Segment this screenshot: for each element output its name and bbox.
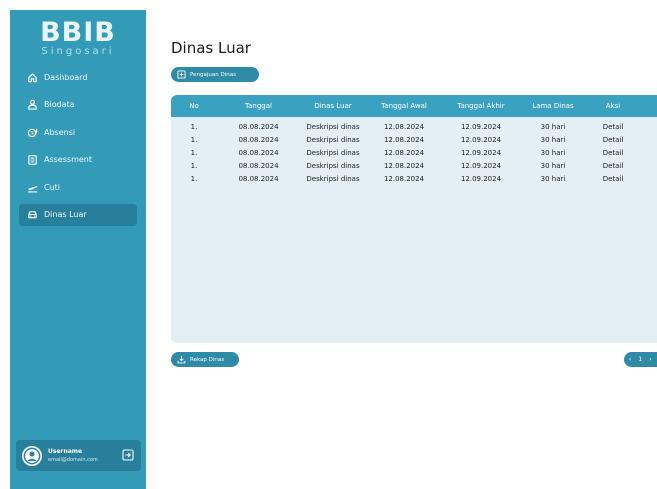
next-page-button[interactable]: › — [649, 356, 651, 363]
table-row: 1. 08.08.2024 Deskripsi dinas 12.08.2024… — [171, 172, 657, 185]
current-page[interactable]: 1 — [638, 356, 642, 363]
cell-tanggal-awal: 12.08.2024 — [383, 135, 425, 144]
page: BBIB Singosari Dashboard Biodata Absensi… — [0, 0, 657, 489]
sidebar-item-dashboard[interactable]: Dashboard — [19, 66, 137, 88]
cell-lama-dinas: 30 hari — [540, 135, 566, 144]
detail-link[interactable]: Detail — [586, 149, 640, 157]
column-header: Lama Dinas — [532, 102, 574, 110]
column-header: No — [189, 102, 199, 110]
cell-lama-dinas: 30 hari — [540, 174, 566, 183]
column-header: Tanggal — [245, 102, 272, 110]
cell-tanggal-akhir: 12.09.2024 — [460, 135, 502, 144]
user-info: Username email@domain.com — [48, 448, 98, 464]
dinas-table: No Tanggal Dinas Luar Tanggal Awal Tangg… — [171, 95, 657, 343]
sidebar-item-dinas-luar[interactable]: Dinas Luar — [19, 203, 137, 226]
logo-title: BBIB — [40, 17, 116, 48]
cell-tanggal-awal: 12.08.2024 — [383, 122, 425, 131]
detail-link[interactable]: Detail — [586, 123, 640, 131]
cell-tanggal-awal: 12.08.2024 — [383, 148, 425, 157]
column-header: Aksi — [605, 102, 621, 110]
sidebar-item-label: Dinas Luar — [44, 210, 87, 220]
cell-tanggal-akhir: 12.09.2024 — [460, 148, 502, 157]
table-row: 1. 08.08.2024 Deskripsi dinas 12.08.2024… — [171, 120, 657, 133]
cell-no: 1. — [190, 161, 198, 170]
user-avatar-icon — [23, 447, 41, 464]
column-header: Tanggal Akhir — [457, 102, 505, 110]
sidebar: BBIB Singosari Dashboard Biodata Absensi… — [10, 10, 146, 489]
logo-subtitle: Singosari — [41, 46, 115, 57]
sidebar-item-assessment[interactable]: Assessment — [19, 149, 137, 171]
download-icon — [177, 355, 186, 364]
cell-tanggal-awal: 12.08.2024 — [383, 174, 425, 183]
sidebar-item-label: Cuti — [44, 182, 61, 192]
sidebar-item-cuti[interactable]: Cuti — [19, 176, 137, 198]
person-icon — [27, 99, 38, 110]
logo: BBIB Singosari — [10, 10, 146, 58]
clock-icon — [27, 127, 38, 138]
table-body: 1. 08.08.2024 Deskripsi dinas 12.08.2024… — [171, 117, 657, 185]
cell-dinas-luar: Deskripsi dinas — [306, 174, 360, 183]
cell-tanggal-akhir: 12.09.2024 — [460, 174, 502, 183]
logout-icon[interactable] — [122, 449, 134, 461]
sidebar-item-biodata[interactable]: Biodata — [19, 94, 137, 116]
detail-link[interactable]: Detail — [586, 162, 640, 170]
user-name: Username — [48, 447, 83, 455]
cell-dinas-luar: Deskripsi dinas — [306, 161, 360, 170]
cell-no: 1. — [190, 148, 198, 157]
cell-dinas-luar: Deskripsi dinas — [306, 148, 360, 157]
cell-no: 1. — [190, 135, 198, 144]
rekap-dinas-label: Rekap Dinas — [190, 356, 225, 363]
user-email: email@domain.com — [48, 456, 98, 463]
pengajuan-dinas-button[interactable]: Pengajuan Dinas — [171, 67, 259, 82]
pengajuan-dinas-label: Pengajuan Dinas — [190, 71, 236, 78]
sidebar-item-absensi[interactable]: Absensi — [19, 121, 137, 143]
cell-lama-dinas: 30 hari — [540, 122, 566, 131]
clipboard-icon — [27, 154, 38, 166]
cell-lama-dinas: 30 hari — [540, 161, 566, 170]
rekap-dinas-button[interactable]: Rekap Dinas — [171, 352, 239, 367]
cell-dinas-luar: Deskripsi dinas — [306, 122, 360, 131]
sidebar-item-label: Assessment — [44, 155, 92, 165]
cell-lama-dinas: 30 hari — [540, 148, 566, 157]
table-row: 1. 08.08.2024 Deskripsi dinas 12.08.2024… — [171, 159, 657, 172]
prev-page-button[interactable]: ‹ — [629, 356, 631, 363]
cell-tanggal: 08.08.2024 — [238, 122, 279, 131]
detail-link[interactable]: Detail — [586, 136, 640, 144]
detail-link[interactable]: Detail — [586, 175, 640, 183]
add-box-icon — [177, 70, 186, 79]
page-title: Dinas Luar — [171, 39, 251, 57]
home-icon — [27, 72, 38, 83]
cell-tanggal-akhir: 12.09.2024 — [460, 122, 502, 131]
plane-icon — [27, 182, 38, 193]
cell-tanggal-awal: 12.08.2024 — [383, 161, 425, 170]
avatar — [22, 445, 42, 466]
user-card[interactable]: Username email@domain.com — [16, 440, 141, 471]
pagination: ‹ 1 › — [624, 352, 657, 367]
sidebar-item-label: Biodata — [44, 100, 75, 110]
cell-no: 1. — [190, 122, 198, 131]
sidebar-item-label: Absensi — [44, 127, 76, 137]
column-header: Dinas Luar — [314, 102, 352, 110]
column-header: Tanggal Awal — [381, 102, 427, 110]
cell-tanggal: 08.08.2024 — [238, 174, 279, 183]
sidebar-item-label: Dashboard — [44, 72, 88, 82]
cell-tanggal: 08.08.2024 — [238, 161, 279, 170]
cell-no: 1. — [190, 174, 198, 183]
table-row: 1. 08.08.2024 Deskripsi dinas 12.08.2024… — [171, 146, 657, 159]
car-icon — [27, 209, 38, 220]
cell-tanggal-akhir: 12.09.2024 — [460, 161, 502, 170]
sidebar-nav: Dashboard Biodata Absensi Assessment Cut… — [10, 66, 146, 226]
cell-tanggal: 08.08.2024 — [238, 135, 279, 144]
table-header: No Tanggal Dinas Luar Tanggal Awal Tangg… — [171, 95, 657, 117]
table-row: 1. 08.08.2024 Deskripsi dinas 12.08.2024… — [171, 133, 657, 146]
cell-tanggal: 08.08.2024 — [238, 148, 279, 157]
cell-dinas-luar: Deskripsi dinas — [306, 135, 360, 144]
